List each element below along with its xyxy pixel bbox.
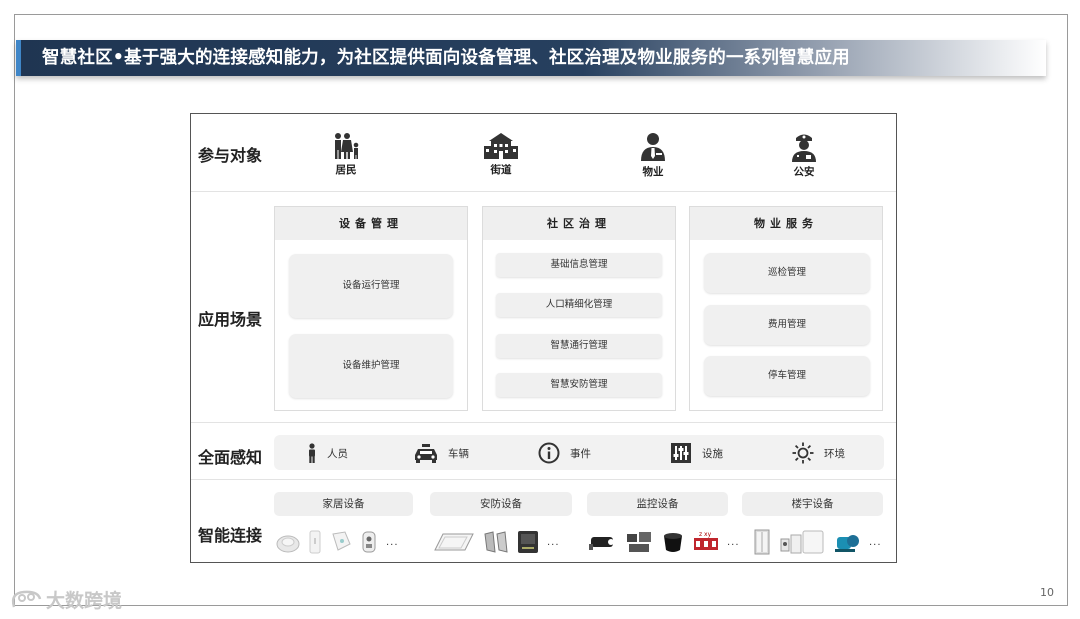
scenario-item: 智慧通行管理 — [496, 334, 662, 358]
more-indicator: ... — [727, 536, 740, 548]
building-device-icons: ... — [753, 528, 882, 556]
watermark-text: 大数跨境 — [46, 590, 123, 612]
sensing-item-people: 人员 — [307, 442, 348, 464]
column-community-governance: 社区治理 基础信息管理 人口精细化管理 智慧通行管理 智慧安防管理 — [482, 206, 676, 411]
door-lock-icon — [362, 531, 376, 553]
participant-label: 街道 — [490, 164, 512, 176]
access-gate-icon — [434, 533, 474, 551]
column-header: 设备管理 — [275, 207, 467, 240]
scenario-item: 巡检管理 — [704, 253, 870, 293]
sensing-label: 环境 — [824, 447, 845, 460]
sensing-item-vehicles: 车辆 — [414, 442, 469, 464]
participant-label: 物业 — [642, 166, 664, 178]
banner-accent-bar — [16, 40, 21, 76]
building-icon — [484, 133, 518, 159]
participant-street: 街道 — [471, 132, 531, 177]
participant-police: 公安 — [774, 132, 834, 179]
pump-icon — [835, 535, 859, 552]
more-indicator: ... — [869, 536, 882, 548]
sensing-item-environment: 环境 — [792, 442, 845, 464]
scenario-item: 费用管理 — [704, 305, 870, 345]
watermark-logo-icon — [11, 590, 42, 607]
monitoring-device-icons: z xy ... — [587, 528, 740, 556]
more-indicator: ... — [386, 536, 399, 548]
elevator-icon — [754, 529, 770, 555]
sensing-item-facilities: 设施 — [670, 442, 723, 464]
sensing-label: 车辆 — [448, 447, 469, 460]
security-device-icons: ... — [431, 528, 560, 556]
scenario-item: 停车管理 — [704, 356, 870, 396]
camera-cluster-icon — [627, 532, 651, 552]
family-icon — [335, 133, 359, 159]
more-indicator: ... — [547, 536, 560, 548]
column-property-services: 物业服务 巡检管理 费用管理 停车管理 — [689, 206, 883, 411]
column-header: 物业服务 — [690, 207, 882, 240]
participant-label: 公安 — [793, 166, 815, 178]
scenario-item: 设备运行管理 — [289, 254, 453, 318]
scenario-item: 基础信息管理 — [496, 253, 662, 277]
svg-text:z xy: z xy — [699, 531, 712, 538]
turnstile-icon — [484, 531, 508, 553]
scenarios-row-label: 应用场景 — [198, 310, 263, 329]
participant-property: 物业 — [623, 132, 683, 179]
person-icon — [309, 443, 315, 463]
scenario-item: 智慧安防管理 — [496, 373, 662, 397]
sensing-row-label: 全面感知 — [198, 448, 263, 467]
architecture-diagram: 参与对象 居民 街道 物业 公安 应用场景 设备管理 设备运行管理 设备维护管理… — [190, 113, 897, 563]
title-banner: 智慧社区•基于强大的连接感知能力，为社区提供面向设备管理、社区治理及物业服务的一… — [16, 40, 1046, 76]
switch-panel-icon — [309, 530, 321, 554]
sensing-label: 事件 — [570, 447, 591, 460]
device-category-home: 家居设备 — [274, 492, 413, 516]
connection-row-label: 智能连接 — [198, 526, 263, 545]
appliance-set-icon — [780, 530, 824, 554]
sun-icon — [792, 442, 814, 464]
info-icon — [538, 442, 560, 464]
scenario-item: 人口精细化管理 — [496, 293, 662, 317]
sensing-label: 设施 — [702, 447, 723, 460]
device-category-building: 楼宇设备 — [742, 492, 883, 516]
car-icon — [415, 444, 437, 463]
participant-label: 居民 — [335, 164, 357, 176]
alarm-device-icon: z xy — [694, 531, 718, 550]
watermark: 大数跨境 — [10, 586, 122, 613]
smoke-detector-icon — [276, 535, 300, 553]
scenario-item: 设备维护管理 — [289, 334, 453, 398]
bullet-camera-icon — [589, 537, 614, 550]
sensing-item-events: 事件 — [538, 442, 591, 464]
dome-camera-icon — [664, 533, 682, 552]
column-header: 社区治理 — [483, 207, 675, 240]
participants-row: 参与对象 居民 街道 物业 公安 — [191, 114, 896, 192]
participant-residents: 居民 — [316, 132, 376, 177]
page-number: 10 — [1040, 586, 1054, 599]
access-terminal-icon — [518, 531, 538, 553]
manager-icon — [641, 133, 665, 161]
sensor-icon — [332, 531, 351, 551]
police-icon — [792, 134, 816, 162]
column-device-management: 设备管理 设备运行管理 设备维护管理 — [274, 206, 468, 411]
sliders-icon — [671, 443, 691, 463]
device-category-security: 安防设备 — [430, 492, 572, 516]
sensing-bar: 人员 车辆 事件 设施 环境 — [274, 435, 884, 470]
participants-row-label: 参与对象 — [198, 146, 263, 165]
device-category-monitoring: 监控设备 — [587, 492, 728, 516]
sensing-label: 人员 — [327, 447, 348, 460]
home-device-icons: ... — [276, 528, 399, 556]
slide-title: 智慧社区•基于强大的连接感知能力，为社区提供面向设备管理、社区治理及物业服务的一… — [42, 48, 850, 68]
